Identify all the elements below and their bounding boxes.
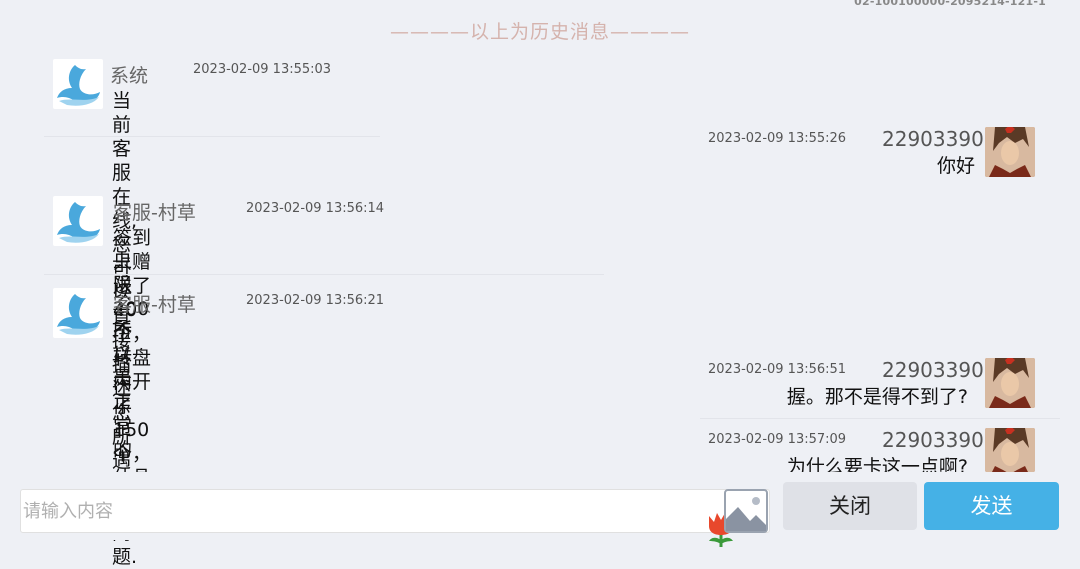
close-button[interactable]: 关闭: [783, 482, 917, 530]
whale-icon: [53, 288, 103, 338]
message-time: 2023-02-09 13:57:09: [708, 432, 847, 447]
message-time: 2023-02-09 13:56:21: [246, 293, 385, 308]
sender-name: 客服-村草: [113, 294, 196, 316]
user-avatar: [985, 428, 1035, 472]
sender-name: 22903390: [882, 127, 984, 151]
message-input-box: [20, 489, 770, 547]
sender-name: 22903390: [882, 428, 984, 452]
message-time: 2023-02-09 13:56:51: [708, 362, 847, 377]
message-input[interactable]: [21, 490, 673, 532]
message-text: 握。那不是得不到了?: [786, 386, 968, 408]
send-button[interactable]: 发送: [924, 482, 1059, 530]
history-divider: ————以上为历史消息————: [389, 21, 690, 43]
message-separator: [700, 418, 1060, 419]
user-avatar: [985, 127, 1035, 177]
image-icon[interactable]: [724, 489, 768, 533]
message-time: 2023-02-09 13:55:03: [193, 62, 332, 77]
message-separator: [44, 136, 380, 137]
sender-name: 系统: [110, 65, 149, 87]
message-time: 2023-02-09 13:56:14: [246, 201, 385, 216]
message-time: 2023-02-09 13:55:26: [708, 131, 847, 146]
message-text: 为什么要卡这一点啊?: [786, 456, 968, 472]
message-separator: [44, 274, 604, 275]
message-text: 你好: [936, 155, 975, 177]
user-avatar: [985, 358, 1035, 408]
message-text: 所以是正常的: [113, 319, 133, 461]
whale-icon: [53, 59, 103, 109]
whale-icon: [53, 196, 103, 246]
sender-name: 客服-村草: [113, 202, 196, 224]
session-id: 02-100100000-2095214-121-1: [854, 0, 1046, 8]
input-bar: [0, 472, 1080, 547]
sender-name: 22903390: [882, 358, 984, 382]
